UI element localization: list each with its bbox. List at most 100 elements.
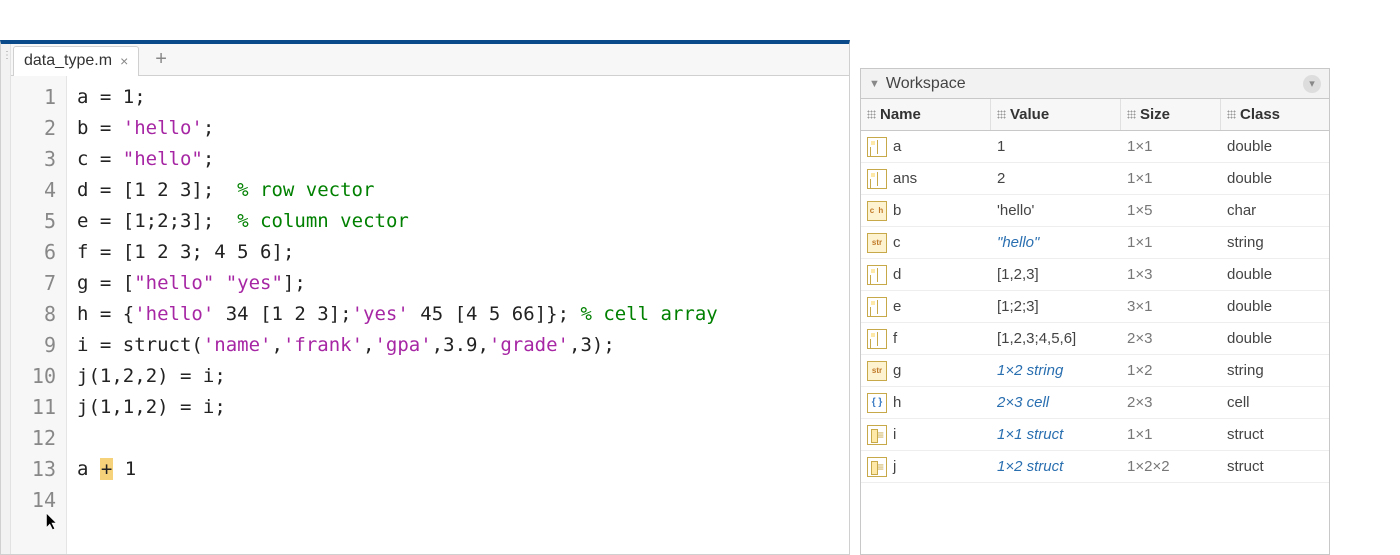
line-number: 3 xyxy=(11,144,56,175)
line-number: 9 xyxy=(11,330,56,361)
line-number: 5 xyxy=(11,206,56,237)
var-class: double xyxy=(1221,266,1321,283)
var-value: 1×2 string xyxy=(997,362,1063,379)
double-var-icon xyxy=(867,329,887,349)
var-name: i xyxy=(893,426,896,443)
var-class: double xyxy=(1221,170,1321,187)
line-number: 13 xyxy=(11,454,56,485)
var-size: 1×1 xyxy=(1121,426,1221,443)
column-size[interactable]: Size xyxy=(1121,99,1221,130)
code-line[interactable] xyxy=(77,485,839,516)
column-name[interactable]: Name xyxy=(861,99,991,130)
code-line[interactable]: d = [1 2 3]; % row vector xyxy=(77,175,839,206)
workspace-row[interactable]: d [1,2,3] 1×3double xyxy=(861,259,1329,291)
var-value: "hello" xyxy=(997,234,1039,251)
grip-icon xyxy=(867,110,876,119)
workspace-columns[interactable]: Name Value Size Class xyxy=(861,99,1329,131)
workspace-row[interactable]: c"hello"1×1string xyxy=(861,227,1329,259)
double-var-icon xyxy=(867,297,887,317)
code-line[interactable] xyxy=(77,423,839,454)
var-class: string xyxy=(1221,362,1321,379)
code-line[interactable]: c = "hello"; xyxy=(77,144,839,175)
column-value[interactable]: Value xyxy=(991,99,1121,130)
code-line[interactable]: g = ["hello" "yes"]; xyxy=(77,268,839,299)
char-var-icon xyxy=(867,201,887,221)
code-text[interactable]: a = 1;b = 'hello';c = "hello";d = [1 2 3… xyxy=(67,76,849,554)
workspace-row[interactable]: i 1×1 struct 1×1struct xyxy=(861,419,1329,451)
code-line[interactable]: f = [1 2 3; 4 5 6]; xyxy=(77,237,839,268)
grip-icon xyxy=(1127,110,1136,119)
var-class: char xyxy=(1221,202,1321,219)
line-number: 1 xyxy=(11,82,56,113)
var-name: h xyxy=(893,394,901,411)
editor-pane: data_type.m × + 1234567891011121314 a = … xyxy=(0,40,850,555)
var-name: ans xyxy=(893,170,917,187)
line-number: 4 xyxy=(11,175,56,206)
code-line[interactable]: a = 1; xyxy=(77,82,839,113)
workspace-row[interactable]: e [1;2;3] 3×1double xyxy=(861,291,1329,323)
grip-icon xyxy=(1227,110,1236,119)
workspace-header[interactable]: ▼ Workspace ▾ xyxy=(861,69,1329,99)
line-number-gutter: 1234567891011121314 xyxy=(11,76,67,554)
code-line[interactable]: a + 1 xyxy=(77,454,839,485)
code-line[interactable]: b = 'hello'; xyxy=(77,113,839,144)
workspace-row[interactable]: j1×2 struct1×2×2struct xyxy=(861,451,1329,483)
var-class: struct xyxy=(1221,426,1321,443)
new-tab-button[interactable]: + xyxy=(149,48,173,71)
string-var-icon xyxy=(867,361,887,381)
workspace-panel: ▼ Workspace ▾ Name Value Size Class a 1 1×… xyxy=(860,68,1330,555)
code-line[interactable]: j(1,2,2) = i; xyxy=(77,361,839,392)
workspace-row[interactable]: b'hello'1×5char xyxy=(861,195,1329,227)
workspace-title: Workspace xyxy=(886,75,966,93)
code-line[interactable]: i = struct('name','frank','gpa',3.9,'gra… xyxy=(77,330,839,361)
code-line[interactable]: j(1,1,2) = i; xyxy=(77,392,839,423)
struct-var-icon xyxy=(867,457,887,477)
var-name: f xyxy=(893,330,897,347)
line-number: 10 xyxy=(11,361,56,392)
var-name: b xyxy=(893,202,901,219)
code-area[interactable]: 1234567891011121314 a = 1;b = 'hello';c … xyxy=(1,76,849,554)
var-size: 1×3 xyxy=(1121,266,1221,283)
var-class: double xyxy=(1221,330,1321,347)
editor-tab[interactable]: data_type.m × xyxy=(13,46,139,76)
var-size: 2×3 xyxy=(1121,394,1221,411)
string-var-icon xyxy=(867,233,887,253)
editor-drag-handle[interactable] xyxy=(1,44,11,554)
var-value: 'hello' xyxy=(997,202,1034,219)
var-value: 1 xyxy=(997,138,1005,155)
var-class: cell xyxy=(1221,394,1321,411)
code-line[interactable]: e = [1;2;3]; % column vector xyxy=(77,206,839,237)
workspace-row[interactable]: ans21×1double xyxy=(861,163,1329,195)
line-number: 14 xyxy=(11,485,56,516)
code-line[interactable]: h = {'hello' 34 [1 2 3];'yes' 45 [4 5 66… xyxy=(77,299,839,330)
var-name: j xyxy=(893,458,896,475)
var-class: double xyxy=(1221,298,1321,315)
var-value: 1×2 struct xyxy=(997,458,1063,475)
chevron-down-icon[interactable]: ▼ xyxy=(869,78,880,90)
var-name: e xyxy=(893,298,901,315)
var-size: 1×1 xyxy=(1121,138,1221,155)
var-class: struct xyxy=(1221,458,1321,475)
panel-menu-icon[interactable]: ▾ xyxy=(1303,75,1321,93)
var-value: [1;2;3] xyxy=(997,298,1039,315)
close-icon[interactable]: × xyxy=(120,53,128,69)
var-size: 1×2 xyxy=(1121,362,1221,379)
workspace-row[interactable]: g1×2 string1×2string xyxy=(861,355,1329,387)
var-class: double xyxy=(1221,138,1321,155)
var-name: a xyxy=(893,138,901,155)
workspace-row[interactable]: f[1,2,3;4,5,6]2×3double xyxy=(861,323,1329,355)
line-number: 6 xyxy=(11,237,56,268)
editor-tab-bar: data_type.m × + xyxy=(1,44,849,76)
var-value: 1×1 struct xyxy=(997,426,1063,443)
column-class[interactable]: Class xyxy=(1221,99,1321,130)
workspace-row[interactable]: a 1 1×1double xyxy=(861,131,1329,163)
line-number: 12 xyxy=(11,423,56,454)
workspace-row[interactable]: h2×3 cell2×3cell xyxy=(861,387,1329,419)
var-size: 3×1 xyxy=(1121,298,1221,315)
grip-icon xyxy=(997,110,1006,119)
var-class: string xyxy=(1221,234,1321,251)
double-var-icon xyxy=(867,265,887,285)
var-name: d xyxy=(893,266,901,283)
var-value: [1,2,3] xyxy=(997,266,1039,283)
var-name: c xyxy=(893,234,901,251)
